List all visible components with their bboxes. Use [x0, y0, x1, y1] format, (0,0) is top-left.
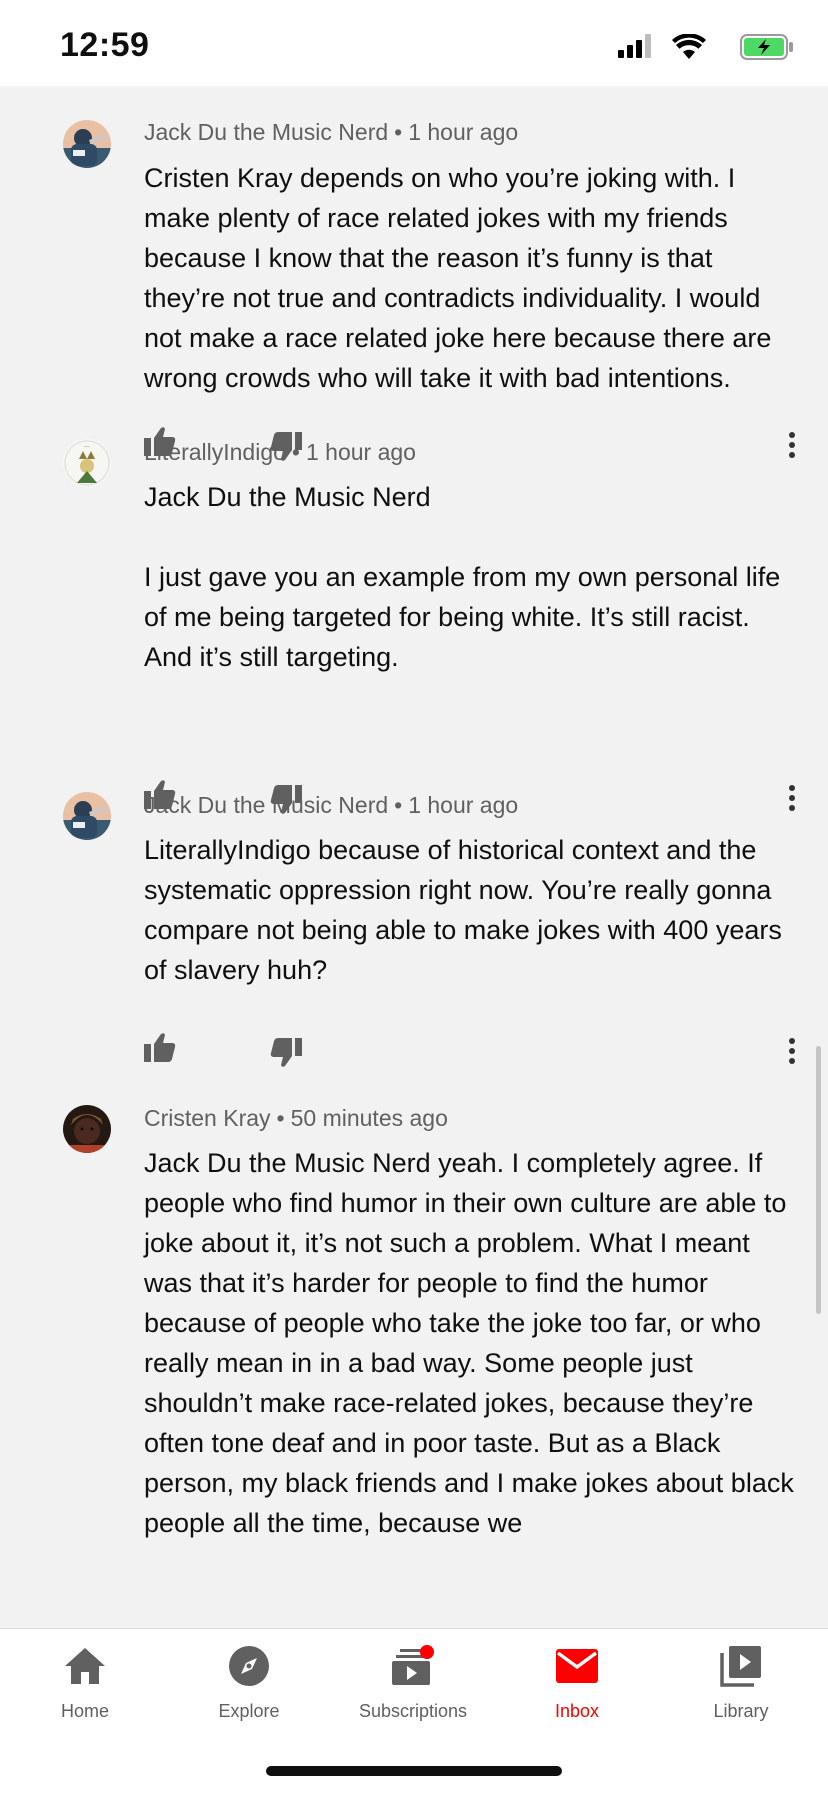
avatar[interactable]	[63, 120, 111, 168]
more-options-icon[interactable]	[784, 430, 800, 460]
comment-time: 50 minutes ago	[290, 1105, 448, 1131]
nav-subscriptions[interactable]: Subscriptions	[331, 1643, 495, 1722]
like-button[interactable]	[144, 1032, 176, 1062]
comment-time: 1 hour ago	[408, 119, 519, 145]
battery-icon	[740, 34, 793, 60]
home-icon	[65, 1648, 105, 1684]
comment-text: Jack Du the Music Nerd yeah. I completel…	[144, 1148, 802, 1538]
nav-label: Explore	[218, 1701, 280, 1721]
svg-text:···: ···	[84, 444, 90, 451]
status-time: 12:59	[60, 26, 150, 64]
compass-icon	[229, 1646, 269, 1686]
nav-explore[interactable]: Explore	[167, 1643, 331, 1722]
more-options-icon[interactable]	[784, 783, 800, 813]
wifi-icon	[672, 34, 706, 59]
comment-author[interactable]: LiterallyIndigo	[144, 439, 286, 465]
library-icon	[720, 1646, 761, 1687]
home-indicator[interactable]	[266, 1766, 562, 1776]
comment-author[interactable]: Cristen Kray	[144, 1105, 271, 1131]
comment-author[interactable]: Jack Du the Music Nerd	[144, 119, 388, 145]
nav-home[interactable]: Home	[3, 1643, 167, 1722]
comment-thread[interactable]: Jack Du the Music Nerd • 1 hour ago Criste…	[0, 86, 828, 1628]
comment-time: 1 hour ago	[408, 792, 519, 818]
more-options-icon[interactable]	[784, 1036, 800, 1066]
mail-icon	[556, 1649, 598, 1683]
comment-text: Jack Du the Music Nerd I just gave you a…	[144, 482, 781, 672]
dislike-button[interactable]	[270, 1038, 302, 1068]
avatar[interactable]	[63, 1105, 111, 1153]
nav-inbox[interactable]: Inbox	[495, 1643, 659, 1722]
status-bar: 12:59	[0, 0, 828, 86]
cellular-signal-icon	[618, 34, 651, 58]
avatar[interactable]: ···	[63, 439, 111, 487]
avatar[interactable]	[63, 792, 111, 840]
nav-label: Subscriptions	[358, 1701, 468, 1721]
subscriptions-icon	[392, 1645, 434, 1685]
nav-label: Library	[713, 1701, 769, 1721]
comment-text: LiterallyIndigo because of historical co…	[144, 835, 790, 985]
nav-label: Inbox	[554, 1701, 600, 1721]
nav-label: Home	[60, 1701, 109, 1721]
nav-library[interactable]: Library	[659, 1643, 823, 1722]
comment-time: 1 hour ago	[305, 439, 416, 465]
scrollbar[interactable]	[816, 1046, 821, 1314]
comment-text: Cristen Kray depends on who you’re jokin…	[144, 163, 779, 393]
comment-author[interactable]: Jack Du the Music Nerd	[144, 792, 388, 818]
